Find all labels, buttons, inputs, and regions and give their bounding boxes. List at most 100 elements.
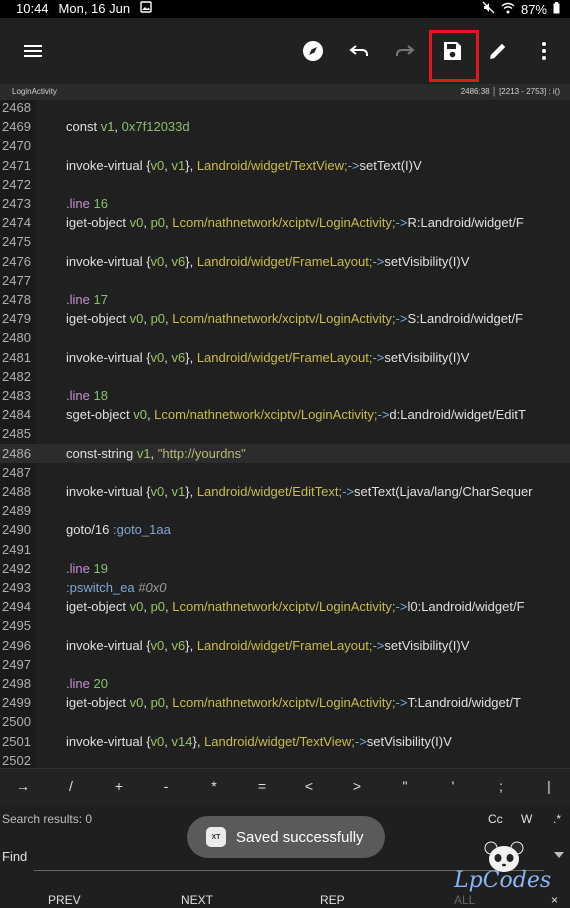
whole-word-toggle[interactable]: W [521,812,532,826]
line-number: 2496 [2,637,31,653]
line-number: 2494 [2,599,31,615]
symbol-key[interactable]: * [199,778,229,794]
symbol-key[interactable]: + [104,778,134,794]
line-number: 2501 [2,733,31,749]
code-line[interactable]: 2491 [0,540,570,559]
line-code: .line 17 [66,292,108,307]
symbol-key[interactable]: " [390,778,420,794]
line-number: 2484 [2,407,31,423]
code-line[interactable]: 2471 invoke-virtual {v0, v1}, Landroid/wi… [0,156,570,175]
line-number: 2476 [2,253,31,269]
code-line[interactable]: 2470 [0,136,570,155]
line-number: 2500 [2,714,31,730]
code-line[interactable]: 2472 [0,175,570,194]
undo-icon[interactable] [342,34,376,68]
battery-percent: 87% [520,1,547,17]
code-line[interactable]: 2487 [0,463,570,482]
line-number: 2489 [2,503,31,519]
code-line[interactable]: 2481 invoke-virtual {v0, v6}, Landroid/wi… [0,348,570,367]
code-editor[interactable]: 2468 2469 const v1, 0x7f12033d 2470 2471 invo… [0,100,570,768]
code-line[interactable]: 2497 [0,655,570,674]
code-line[interactable]: 2482 [0,367,570,386]
line-number: 2485 [2,426,31,442]
code-line[interactable]: 2493:pswitch_ea #0x0 [0,578,570,597]
line-code: const v1, 0x7f12033d [66,119,190,135]
symbol-key[interactable]: - [151,778,181,794]
line-number: 2493 [2,580,31,595]
code-line[interactable]: 2475 [0,232,570,251]
toast-message: Saved successfully [236,828,364,846]
code-line[interactable]: 2492 .line 19 [0,559,570,578]
code-line[interactable]: 2473 .line 16 [0,194,570,213]
code-line[interactable]: 2494 iget-object v0, p0, Lcom/nathnetwork… [0,597,570,616]
save-highlight-box [429,30,479,82]
code-line[interactable]: 2476 invoke-virtual {v0, v6}, Landroid/wi… [0,252,570,271]
next-button[interactable]: NEXT [181,893,213,907]
code-line[interactable]: 2479 iget-object v0, p0, Lcom/nathnetwork… [0,309,570,328]
code-line[interactable]: 2496 invoke-virtual {v0, v6}, Landroid/wi… [0,636,570,655]
code-line[interactable]: 2502 [0,751,570,768]
line-code: sget-object v0, Lcom/nathnetwork/xciptv/… [66,407,526,423]
line-number: 2468 [2,100,31,115]
code-line[interactable]: 2484 sget-object v0, Lcom/nathnetwork/xci… [0,405,570,424]
code-line[interactable]: 2488 invoke-virtual {v0, v1}, Landroid/wi… [0,482,570,501]
code-line[interactable]: 2483 .line 18 [0,386,570,405]
line-number: 2483 [2,388,31,403]
match-case-toggle[interactable]: Cc [488,812,503,826]
code-line[interactable]: 2500 [0,712,570,731]
symbol-key[interactable]: → [8,778,38,794]
symbol-key[interactable]: ; [486,778,516,794]
code-line[interactable]: 2469 const v1, 0x7f12033d [0,117,570,136]
line-number: 2475 [2,234,31,250]
symbol-key[interactable]: < [294,778,324,794]
line-number: 2497 [2,656,31,672]
code-line[interactable]: 2499 iget-object v0, p0, Lcom/nathnetwork… [0,693,570,712]
prev-button[interactable]: PREV [48,893,81,907]
mute-icon [482,1,495,17]
menu-icon[interactable] [16,34,50,68]
line-number: 2486 [2,445,31,461]
file-info-bar: LoginActivity 2486:38 │ [2213 - 2753] : … [0,84,570,100]
line-code: invoke-virtual {v0, v14}, Landroid/widge… [66,733,452,749]
code-line[interactable]: 2474 iget-object v0, p0, Lcom/nathnetwork… [0,213,570,232]
line-number: 2473 [2,196,31,211]
battery-icon [553,1,560,17]
line-code: invoke-virtual {v0, v1}, Landroid/widget… [66,157,422,173]
line-number: 2474 [2,215,31,231]
wifi-icon [501,2,515,17]
code-line[interactable]: 2486 const-string v1, "http://yourdns" [0,443,570,463]
line-number: 2495 [2,618,31,634]
symbol-key[interactable]: | [534,778,564,794]
code-line[interactable]: 2477 [0,271,570,290]
symbol-bar: → / + - * = < > " '; | [0,768,570,804]
code-line[interactable]: 2490 goto/16 :goto_1aa [0,520,570,539]
symbol-key[interactable]: / [56,778,86,794]
symbol-key[interactable]: ' [438,778,468,794]
line-number: 2487 [2,464,31,480]
code-line[interactable]: 2498 .line 20 [0,674,570,693]
status-time: 10:44 [16,1,49,16]
editor-toolbar [0,18,570,84]
line-number: 2478 [2,292,31,307]
code-line[interactable]: 2478 .line 17 [0,290,570,309]
code-line[interactable]: 2495 [0,616,570,635]
replace-button[interactable]: REP [320,893,345,907]
file-tab-title[interactable]: LoginActivity [12,87,57,96]
more-vert-icon[interactable] [527,34,561,68]
line-number: 2472 [2,176,31,192]
line-number: 2480 [2,330,31,346]
line-number: 2469 [2,119,31,135]
line-code: invoke-virtual {v0, v1}, Landroid/widget… [66,484,533,499]
compass-icon[interactable] [296,34,330,68]
regex-toggle[interactable]: .* [553,812,561,826]
code-line[interactable]: 2501 invoke-virtual {v0, v14}, Landroid/w… [0,732,570,751]
redo-icon[interactable] [388,34,422,68]
code-line[interactable]: 2480 [0,328,570,347]
edit-icon[interactable] [481,34,515,68]
code-line[interactable]: 2485 [0,424,570,443]
line-number: 2502 [2,752,31,768]
symbol-key[interactable]: > [342,778,372,794]
code-line[interactable]: 2468 [0,100,570,117]
code-line[interactable]: 2489 [0,501,570,520]
symbol-key[interactable]: = [247,778,277,794]
